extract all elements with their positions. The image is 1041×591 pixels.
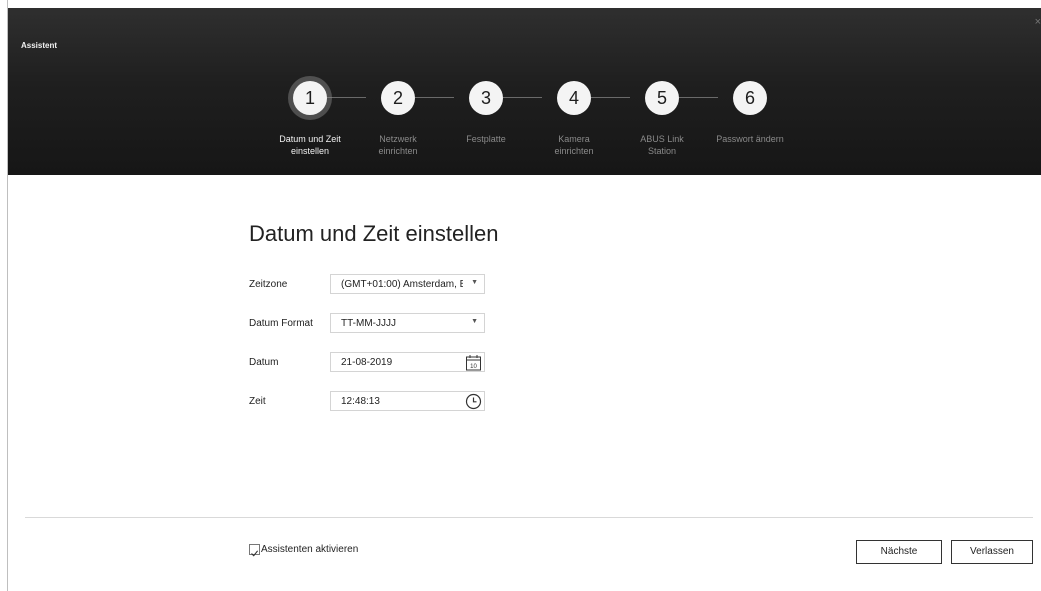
step-number: 2 — [381, 81, 415, 115]
exit-button[interactable]: Verlassen — [951, 540, 1033, 564]
step-label: Festplatte — [466, 134, 506, 144]
step-number: 1 — [293, 81, 327, 115]
step-label: Kamera einrichten — [554, 134, 594, 156]
timezone-select[interactable]: (GMT+01:00) Amsterdam, Berlin ▼ — [330, 274, 485, 294]
checkmark-icon — [251, 550, 259, 557]
window-title: Assistent — [21, 41, 58, 50]
calendar-icon[interactable]: 10 — [465, 354, 482, 371]
time-label: Zeit — [249, 396, 266, 407]
step-label: Netzwerk einrichten — [378, 134, 418, 156]
checkbox[interactable] — [249, 544, 260, 557]
date-input[interactable]: 21-08-2019 10 — [330, 352, 485, 372]
next-button[interactable]: Nächste — [856, 540, 942, 564]
time-value: 12:48:13 — [341, 396, 380, 407]
step-number: 5 — [645, 81, 679, 115]
calendar-day-number: 10 — [470, 364, 477, 370]
wizard-step-5[interactable]: 5 ABUS Link Station — [612, 81, 712, 171]
time-input[interactable]: 12:48:13 — [330, 391, 485, 411]
footer-divider — [25, 517, 1033, 518]
date-value: 21-08-2019 — [341, 357, 393, 368]
step-label: Passwort ändern — [716, 134, 784, 144]
step-number: 6 — [733, 81, 767, 115]
step-label: Datum und Zeit einstellen — [279, 134, 341, 156]
date-format-value: TT-MM-JJJJ — [341, 318, 396, 329]
date-format-select[interactable]: TT-MM-JJJJ ▼ — [330, 313, 485, 333]
close-icon[interactable]: × — [1035, 17, 1041, 28]
date-format-label: Datum Format — [249, 318, 313, 329]
wizard-step-6[interactable]: 6 Passwort ändern — [700, 81, 800, 171]
step-label: ABUS Link Station — [640, 134, 684, 156]
step-number: 4 — [557, 81, 591, 115]
wizard-step-4[interactable]: 4 Kamera einrichten — [524, 81, 624, 171]
checkbox-label: Assistenten aktivieren — [261, 544, 359, 555]
chevron-down-icon: ▼ — [471, 318, 478, 325]
wizard-step-1[interactable]: 1 Datum und Zeit einstellen — [260, 76, 360, 171]
timezone-value: (GMT+01:00) Amsterdam, Berlin — [341, 279, 463, 290]
page-title: Datum und Zeit einstellen — [249, 221, 499, 246]
timezone-label: Zeitzone — [249, 279, 288, 290]
clock-icon[interactable] — [465, 393, 482, 410]
step-number: 3 — [469, 81, 503, 115]
chevron-down-icon: ▼ — [471, 279, 478, 286]
date-label: Datum — [249, 357, 279, 368]
wizard-step-2[interactable]: 2 Netzwerk einrichten — [348, 81, 448, 171]
wizard-step-3[interactable]: 3 Festplatte — [436, 81, 536, 171]
wizard-header: Assistent × 1 Datum und Zeit einstellen … — [8, 8, 1041, 175]
